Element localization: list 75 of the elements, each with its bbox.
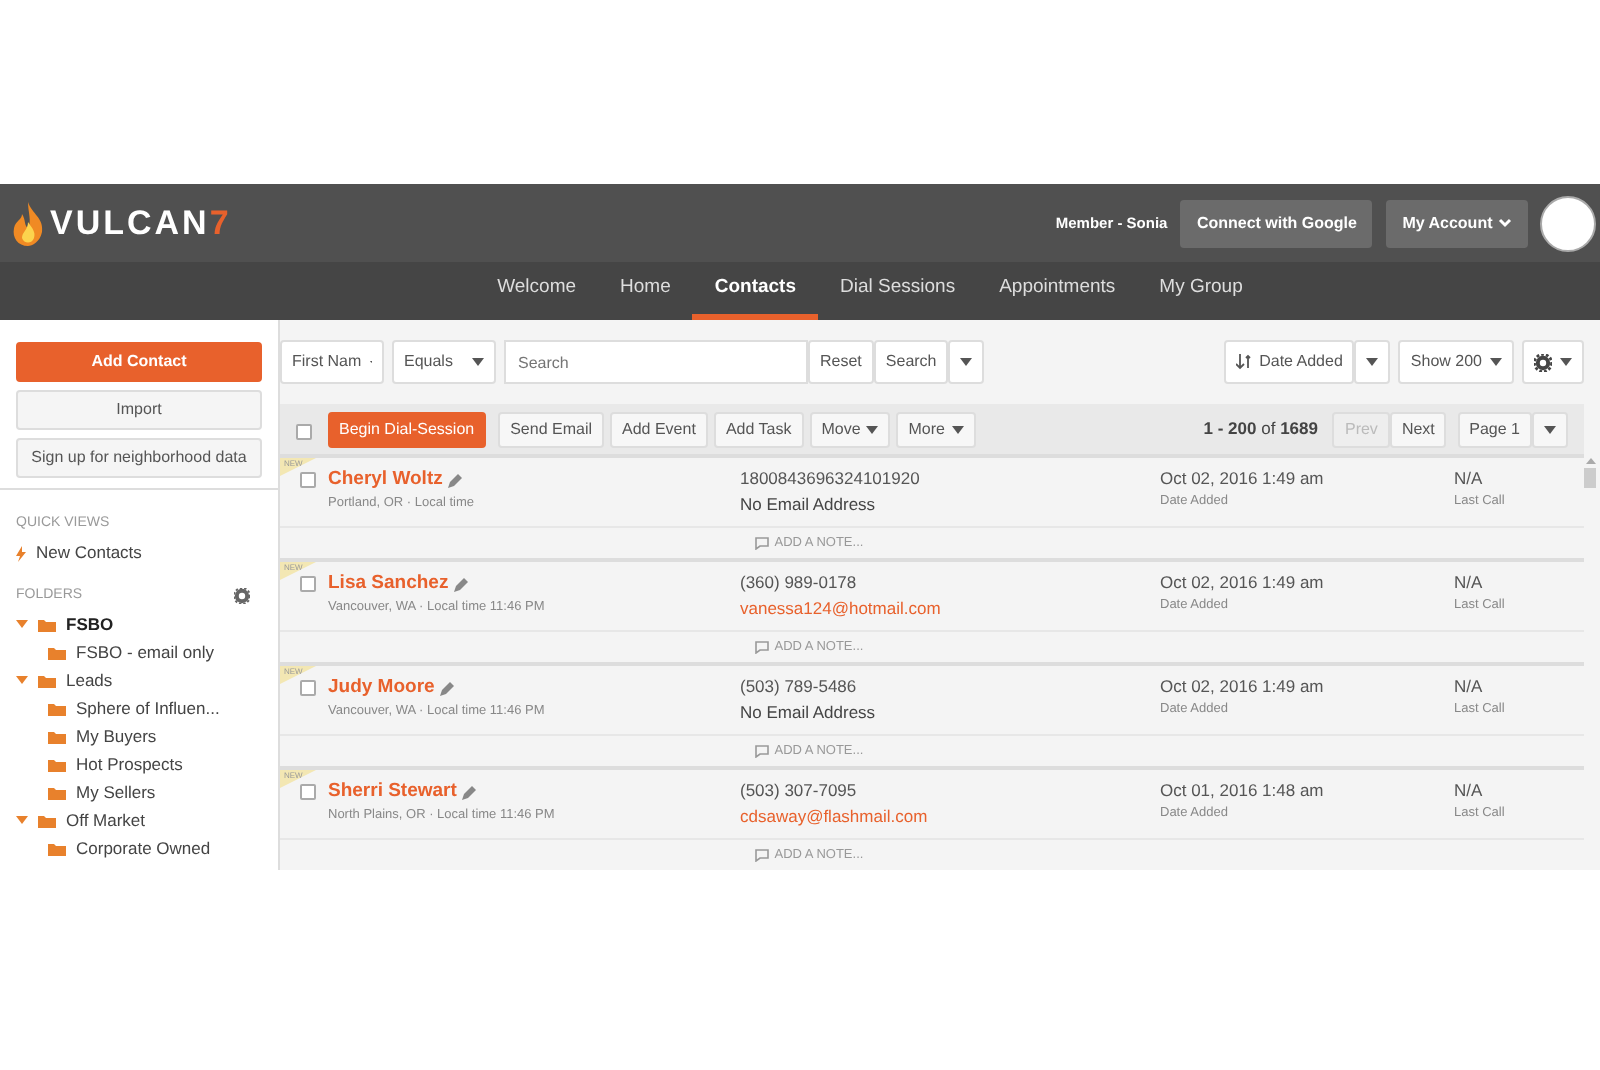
folder-item[interactable]: Hot Prospects	[16, 750, 262, 779]
row-checkbox[interactable]	[300, 680, 316, 696]
last-call-text: N/A	[1454, 570, 1485, 596]
avatar-circle[interactable]	[1540, 195, 1596, 251]
select-all-checkbox[interactable]	[296, 424, 312, 440]
reset-button[interactable]: Reset	[808, 340, 874, 384]
search-button[interactable]: Search	[873, 340, 949, 384]
action-button[interactable]: Add Event	[610, 411, 708, 447]
action-button[interactable]: Send Email	[498, 411, 605, 447]
logo-text: VULCAN7	[50, 201, 232, 246]
date-text: Oct 02, 2016 1:49 am	[1160, 570, 1326, 596]
show-count-button[interactable]: Show 200	[1398, 340, 1514, 384]
scrollbar-thumb[interactable]	[1584, 468, 1596, 488]
settings-button[interactable]	[1522, 340, 1584, 384]
folder-item[interactable]: Corporate Owned	[16, 834, 262, 863]
action-button[interactable]: More	[896, 411, 975, 447]
email-text: No Email Address	[740, 699, 878, 725]
range-text: 1 - 200 of 1689	[1203, 416, 1318, 442]
pencil-icon	[448, 473, 463, 488]
row-checkbox[interactable]	[300, 784, 316, 800]
pencil-icon	[454, 577, 469, 592]
sort-dropdown-button[interactable]	[1354, 340, 1391, 384]
date-text: Oct 01, 2016 1:48 am	[1160, 778, 1326, 804]
pencil-icon	[440, 681, 455, 696]
phone-number: (503) 307-7095	[740, 778, 859, 804]
search-dropdown-button[interactable]	[948, 340, 985, 384]
last-call-text: N/A	[1454, 778, 1485, 804]
search-field[interactable]: Search	[504, 340, 808, 384]
page-dropdown-button[interactable]	[1532, 411, 1568, 447]
phone-number: 1800843696324101920	[740, 466, 922, 492]
action-button[interactable]: Add Task	[713, 411, 804, 447]
last-call-text: N/A	[1454, 466, 1485, 492]
sidebar-button[interactable]: Import	[16, 390, 262, 430]
sort-button[interactable]: Date Added	[1223, 340, 1355, 384]
nav-tab[interactable]: Dial Sessions	[818, 262, 978, 320]
phone-number: (503) 789-5486	[740, 674, 859, 700]
last-call-text: N/A	[1454, 674, 1485, 700]
page-button[interactable]: Next	[1389, 411, 1447, 447]
folder-item[interactable]: Leads	[16, 666, 262, 695]
field-select[interactable]: First Nam	[280, 340, 384, 384]
sidebar-button[interactable]: Sign up for neighborhood data	[16, 438, 262, 478]
nav-tab[interactable]: Welcome	[475, 262, 599, 320]
quick-view-item[interactable]: New Contacts	[16, 539, 262, 568]
action-button[interactable]: Move	[809, 411, 891, 447]
phone-number: (360) 989-0178	[740, 570, 859, 596]
folder-item[interactable]: My Buyers	[16, 722, 262, 751]
speech-bubble-icon	[754, 848, 770, 862]
flame-icon	[12, 201, 44, 245]
bolt-icon	[16, 545, 26, 562]
pencil-icon	[462, 785, 477, 800]
folder-item[interactable]: FSBO	[16, 610, 262, 639]
operator-select[interactable]: Equals	[392, 340, 496, 384]
speech-bubble-icon	[754, 640, 770, 654]
connect-google-button[interactable]: Connect with Google	[1180, 199, 1373, 247]
settings-icon	[234, 588, 250, 604]
speech-bubble-icon	[754, 744, 770, 758]
nav-tab[interactable]: Appointments	[977, 262, 1138, 320]
scroll-up-icon	[1585, 458, 1595, 464]
settings-icon	[1534, 353, 1552, 371]
page-select[interactable]: Page 1	[1457, 411, 1532, 447]
folder-item[interactable]: Off Market	[16, 806, 262, 835]
row-checkbox[interactable]	[300, 472, 316, 488]
folder-item[interactable]: FSBO - email only	[16, 638, 262, 667]
date-text: Oct 02, 2016 1:49 am	[1160, 466, 1326, 492]
account-button[interactable]: My Account	[1386, 199, 1527, 247]
email-text: No Email Address	[740, 491, 878, 517]
nav-tab[interactable]: My Group	[1137, 262, 1265, 320]
folder-item[interactable]: Sphere of Influen...	[16, 694, 262, 723]
speech-bubble-icon	[754, 536, 770, 550]
date-text: Oct 02, 2016 1:49 am	[1160, 674, 1326, 700]
row-checkbox[interactable]	[300, 576, 316, 592]
sort-icon	[1235, 354, 1252, 370]
folder-item[interactable]: My Sellers	[16, 778, 262, 807]
chevron-icon	[1497, 218, 1511, 228]
nav-tab[interactable]: Home	[598, 262, 693, 320]
